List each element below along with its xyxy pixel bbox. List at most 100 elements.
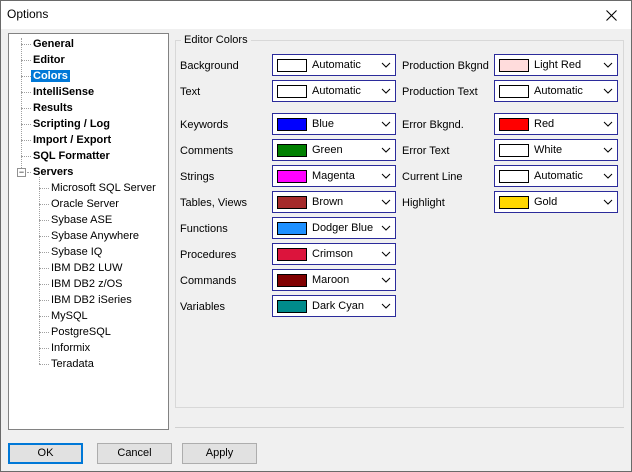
color-swatch (277, 170, 307, 183)
combo-value: Brown (312, 196, 344, 208)
window-title: Options (7, 7, 49, 21)
combo-value: Automatic (312, 59, 361, 71)
combo-value: Blue (312, 118, 335, 130)
combo-strings[interactable]: Magenta (272, 165, 396, 187)
combo-error-bkgnd[interactable]: Red (494, 113, 618, 135)
tree-item-sybase-anywhere[interactable]: Sybase Anywhere (51, 229, 139, 244)
color-swatch (499, 144, 529, 157)
color-swatch (277, 144, 307, 157)
label-functions: Functions (180, 223, 228, 235)
bottom-separator (175, 427, 624, 428)
combo-highlight[interactable]: Gold (494, 191, 618, 213)
combo-value: Automatic (534, 85, 583, 97)
combo-keywords[interactable]: Blue (272, 113, 396, 135)
tree-item-general[interactable]: General (33, 37, 74, 52)
tree-item-sybase-ase[interactable]: Sybase ASE (51, 213, 112, 228)
chevron-down-icon (603, 121, 613, 127)
color-swatch (499, 196, 529, 209)
tree-item-mysql[interactable]: MySQL (51, 309, 88, 324)
combo-procedures[interactable]: Crimson (272, 243, 396, 265)
combo-variables[interactable]: Dark Cyan (272, 295, 396, 317)
label-background: Background (180, 60, 239, 72)
tree-item-teradata[interactable]: Teradata (51, 357, 94, 372)
tree-item-microsoft-sql-server[interactable]: Microsoft SQL Server (51, 181, 156, 196)
color-swatch (277, 300, 307, 313)
tree-item-servers[interactable]: Servers (33, 165, 73, 180)
chevron-down-icon (381, 62, 391, 68)
combo-tables-views[interactable]: Brown (272, 191, 396, 213)
color-swatch (499, 85, 529, 98)
chevron-down-icon (603, 147, 613, 153)
label-variables: Variables (180, 301, 226, 313)
tree-item-intellisense[interactable]: IntelliSense (33, 85, 94, 100)
combo-production-text[interactable]: Automatic (494, 80, 618, 102)
tree-item-oracle-server[interactable]: Oracle Server (51, 197, 119, 212)
combo-text[interactable]: Automatic (272, 80, 396, 102)
chevron-down-icon (381, 225, 391, 231)
label-error-text: Error Text (402, 145, 450, 157)
group-title: Editor Colors (181, 34, 251, 47)
options-tree[interactable]: General Editor Colors IntelliSense Resul… (8, 33, 169, 430)
combo-functions[interactable]: Dodger Blue (272, 217, 396, 239)
cancel-button[interactable]: Cancel (97, 443, 172, 464)
collapse-icon[interactable]: − (17, 168, 26, 177)
chevron-down-icon (381, 147, 391, 153)
chevron-down-icon (381, 199, 391, 205)
tree-item-postgresql[interactable]: PostgreSQL (51, 325, 111, 340)
combo-background[interactable]: Automatic (272, 54, 396, 76)
chevron-down-icon (381, 121, 391, 127)
chevron-down-icon (603, 173, 613, 179)
color-swatch (277, 274, 307, 287)
label-commands: Commands (180, 275, 237, 287)
combo-production-bkgnd[interactable]: Light Red (494, 54, 618, 76)
label-highlight: Highlight (402, 197, 445, 209)
tree-item-editor[interactable]: Editor (33, 53, 65, 68)
label-production-text: Production Text (402, 86, 478, 98)
label-text: Text (180, 86, 201, 98)
combo-error-text[interactable]: White (494, 139, 618, 161)
label-strings: Strings (180, 171, 215, 183)
color-swatch (277, 59, 307, 72)
combo-value: Green (312, 144, 343, 156)
combo-value: Automatic (534, 170, 583, 182)
tree-item-ibm-db2-iseries[interactable]: IBM DB2 iSeries (51, 293, 132, 308)
chevron-down-icon (603, 199, 613, 205)
label-tables-views: Tables, Views (180, 197, 248, 209)
color-swatch (277, 85, 307, 98)
ok-button[interactable]: OK (8, 443, 83, 464)
combo-current-line[interactable]: Automatic (494, 165, 618, 187)
combo-comments[interactable]: Green (272, 139, 396, 161)
color-swatch (499, 170, 529, 183)
chevron-down-icon (381, 277, 391, 283)
color-swatch (499, 118, 529, 131)
tree-item-informix[interactable]: Informix (51, 341, 90, 356)
combo-value: Dodger Blue (312, 222, 374, 234)
apply-button[interactable]: Apply (182, 443, 257, 464)
tree-item-scripting-log[interactable]: Scripting / Log (33, 117, 110, 132)
combo-value: Crimson (312, 248, 353, 260)
label-current-line: Current Line (402, 171, 463, 183)
label-comments: Comments (180, 145, 234, 157)
tree-item-ibm-db2-luw[interactable]: IBM DB2 LUW (51, 261, 123, 276)
title-bar: Options (1, 1, 631, 29)
color-swatch (277, 118, 307, 131)
close-button[interactable] (591, 1, 631, 29)
chevron-down-icon (603, 88, 613, 94)
chevron-down-icon (381, 88, 391, 94)
combo-value: White (534, 144, 563, 156)
tree-item-import-export[interactable]: Import / Export (33, 133, 111, 148)
chevron-down-icon (381, 251, 391, 257)
tree-item-sybase-iq[interactable]: Sybase IQ (51, 245, 102, 260)
color-swatch (277, 248, 307, 261)
color-swatch (499, 59, 529, 72)
tree-item-ibm-db2-zos[interactable]: IBM DB2 z/OS (51, 277, 123, 292)
combo-commands[interactable]: Maroon (272, 269, 396, 291)
tree-item-results[interactable]: Results (33, 101, 73, 116)
tree-item-sql-formatter[interactable]: SQL Formatter (33, 149, 110, 164)
tree-item-colors[interactable]: Colors (31, 69, 70, 84)
close-icon (605, 9, 617, 21)
combo-value: Red (534, 118, 555, 130)
label-production-bkgnd: Production Bkgnd (402, 60, 489, 72)
color-swatch (277, 222, 307, 235)
color-swatch (277, 196, 307, 209)
